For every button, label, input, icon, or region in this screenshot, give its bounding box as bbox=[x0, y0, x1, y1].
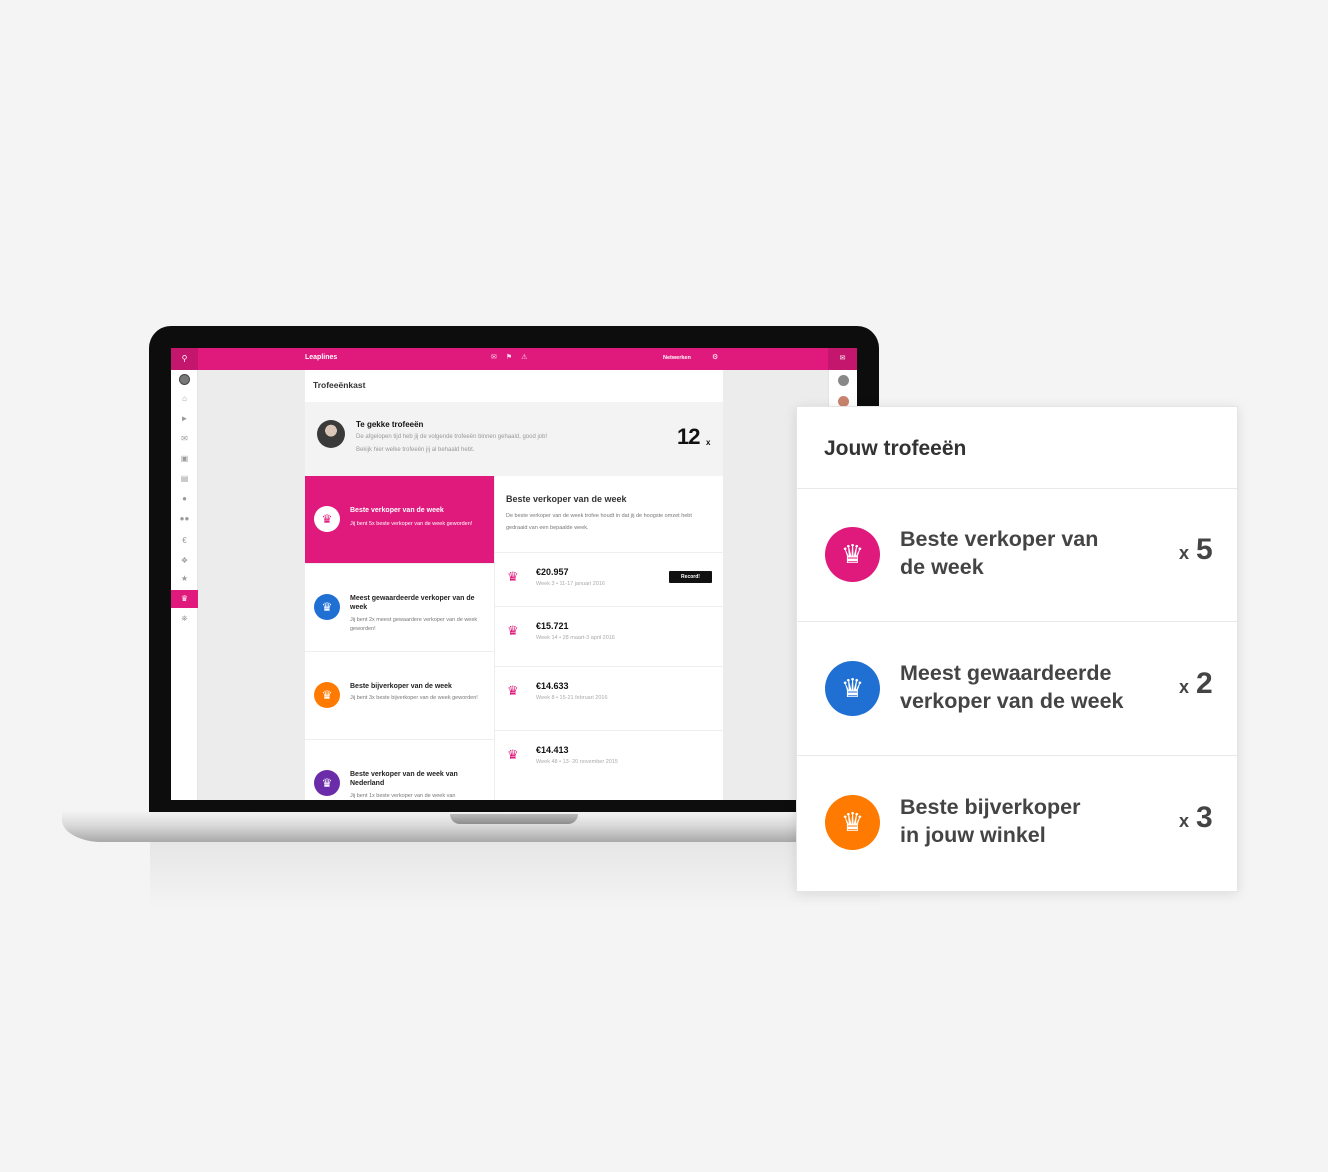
group-icon[interactable]: ●● bbox=[171, 510, 198, 528]
trophy-count: 2 bbox=[1196, 667, 1213, 700]
card-title: Jouw trofeeën bbox=[824, 437, 967, 460]
trophy-label: Beste bijverkoper in jouw winkel bbox=[900, 793, 1150, 849]
tag-icon[interactable]: ❖ bbox=[171, 552, 198, 570]
trophy-title: Beste verkoper van de week van Nederland bbox=[350, 771, 458, 787]
card-trophy-row[interactable]: ♛ Beste bijverkoper in jouw winkel x 3 bbox=[797, 757, 1237, 890]
chat-icon[interactable]: ✉ bbox=[828, 348, 857, 370]
trophy-icon: ♛ bbox=[507, 569, 519, 584]
trophy-label-line: verkoper van de week bbox=[900, 689, 1124, 713]
trophy-icon: ♛ bbox=[314, 594, 340, 620]
trophy-item[interactable]: ♛ Beste verkoper van de week van Nederla… bbox=[305, 740, 494, 800]
user-icon[interactable]: ● bbox=[171, 490, 198, 508]
trophy-icon: ♛ bbox=[507, 747, 519, 762]
amount: €15.721 bbox=[536, 621, 569, 631]
summary-text: Bekijk hier welke trofeeën jij al behaal… bbox=[356, 447, 475, 453]
notification-icons[interactable]: ✉⚑⚠ bbox=[491, 353, 536, 361]
trophy-desc: Jij bent 3x beste bijverkoper van de wee… bbox=[350, 695, 478, 701]
week-label: Week 14 • 28 maart-3 april 2016 bbox=[536, 635, 615, 641]
week-label: Week 3 • 11-17 januari 2016 bbox=[536, 581, 605, 587]
trophies-card: Jouw trofeeën ♛ Beste verkoper van de we… bbox=[796, 406, 1238, 892]
amount: €20.957 bbox=[536, 567, 569, 577]
trophy-icon[interactable]: ♛ bbox=[171, 590, 198, 608]
trophy-item[interactable]: ♛ Meest gewaardeerde verkoper van de wee… bbox=[305, 564, 494, 652]
trophy-detail: Beste verkoper van de week De beste verk… bbox=[494, 476, 724, 800]
book-icon[interactable]: ▤ bbox=[171, 470, 198, 488]
trophy-icon: ♛ bbox=[825, 527, 880, 582]
trophy-label: Beste verkoper van de week bbox=[900, 525, 1150, 581]
trophy-count: 3 bbox=[1196, 801, 1213, 834]
trophy-item[interactable]: ♛ Beste verkoper van de week Jij bent 5x… bbox=[305, 476, 494, 564]
trophy-icon: ♛ bbox=[825, 661, 880, 716]
top-bar: ⚲ Leaplines ✉⚑⚠ Netwerken ⚙ ✉ bbox=[171, 348, 857, 370]
record-row[interactable]: ♛ €15.721 Week 14 • 28 maart-3 april 201… bbox=[495, 606, 724, 664]
record-badge: Record! bbox=[669, 571, 712, 583]
avatar bbox=[317, 420, 345, 448]
trophy-icon: ♛ bbox=[507, 683, 519, 698]
trophy-label-line: Meest gewaardeerde bbox=[900, 661, 1112, 685]
home-icon[interactable]: ⌂ bbox=[171, 390, 198, 408]
trophy-icon: ♛ bbox=[507, 623, 519, 638]
multiplier-sign: x bbox=[1179, 543, 1190, 563]
trophy-label-line: Beste bijverkoper bbox=[900, 795, 1081, 819]
gear-icon[interactable]: ⚙ bbox=[712, 353, 718, 361]
trophy-item[interactable]: ♛ Beste bijverkoper van de week Jij bent… bbox=[305, 652, 494, 740]
trophy-icon: ♛ bbox=[314, 682, 340, 708]
trophy-desc: Jij bent 2x meest gewaardere verkoper va… bbox=[350, 617, 478, 632]
multiplier-sign: x bbox=[1179, 811, 1190, 831]
laptop-screen: ⚲ Leaplines ✉⚑⚠ Netwerken ⚙ ✉ ⌂ ► ✉ ▣ ▤ … bbox=[171, 348, 857, 800]
week-label: Week 48 • 13- 20 november 2015 bbox=[536, 759, 618, 765]
star-icon[interactable]: ★ bbox=[171, 570, 198, 588]
record-row[interactable]: ♛ €20.957 Week 3 • 11-17 januari 2016 Re… bbox=[495, 552, 724, 610]
document-icon[interactable]: ▣ bbox=[171, 450, 198, 468]
summary-title: Te gekke trofeeën bbox=[356, 420, 424, 429]
trophy-desc: Jij bent 5x beste verkoper van de week g… bbox=[350, 521, 473, 527]
laptop-notch bbox=[450, 814, 578, 824]
laptop-shadow bbox=[150, 840, 880, 910]
search-icon[interactable]: ⚲ bbox=[171, 348, 198, 370]
trophy-count-suffix: x bbox=[706, 438, 711, 447]
record-row[interactable]: ♛ €14.633 Week 8 • 15-21 februari 2016 bbox=[495, 666, 724, 724]
trophy-count: 12 bbox=[677, 424, 701, 449]
trophy-title: Beste bijverkoper van de week bbox=[350, 683, 452, 690]
trophy-count: 5 bbox=[1196, 533, 1213, 566]
megaphone-icon[interactable]: ► bbox=[171, 410, 198, 428]
detail-desc: De beste verkoper van de week trofee hou… bbox=[506, 513, 692, 531]
amount: €14.633 bbox=[536, 681, 569, 691]
trophy-list: ♛ Beste verkoper van de week Jij bent 5x… bbox=[305, 476, 494, 800]
page-title: Trofeeënkast bbox=[313, 380, 366, 390]
card-trophy-row[interactable]: ♛ Meest gewaardeerde verkoper van de wee… bbox=[797, 623, 1237, 756]
summary-text: De afgelopen tijd heb jij de volgende tr… bbox=[356, 434, 548, 440]
trophy-title: Meest gewaardeerde verkoper van de week bbox=[350, 595, 475, 611]
card-trophy-row[interactable]: ♛ Beste verkoper van de week x 5 bbox=[797, 489, 1237, 622]
brand-name[interactable]: Leaplines bbox=[305, 354, 337, 361]
multiplier-sign: x bbox=[1179, 677, 1190, 697]
mail-icon[interactable]: ✉ bbox=[171, 430, 198, 448]
trophy-label-line: Beste verkoper van bbox=[900, 527, 1099, 551]
summary-card: Te gekke trofeeën De afgelopen tijd heb … bbox=[305, 402, 723, 476]
avatar[interactable] bbox=[179, 374, 190, 385]
trophy-icon: ♛ bbox=[825, 795, 880, 850]
trophy-label: Meest gewaardeerde verkoper van de week bbox=[900, 659, 1170, 715]
trophy-panel: Trofeeënkast Te gekke trofeeën De afgelo… bbox=[305, 370, 724, 800]
trophy-icon: ♛ bbox=[314, 506, 340, 532]
euro-icon[interactable]: € bbox=[171, 532, 198, 550]
record-row[interactable]: ♛ €14.413 Week 48 • 13- 20 november 2015 bbox=[495, 730, 724, 788]
week-label: Week 8 • 15-21 februari 2016 bbox=[536, 695, 608, 701]
amount: €14.413 bbox=[536, 745, 569, 755]
network-link[interactable]: Netwerken bbox=[663, 355, 691, 361]
trophy-label-line: in jouw winkel bbox=[900, 823, 1046, 847]
bank-icon[interactable]: ⛯ bbox=[171, 610, 198, 628]
card-header: Jouw trofeeën bbox=[797, 407, 1237, 489]
avatar[interactable] bbox=[838, 375, 849, 386]
trophy-title: Beste verkoper van de week bbox=[350, 507, 444, 514]
detail-title: Beste verkoper van de week bbox=[506, 494, 627, 504]
left-sidebar: ⌂ ► ✉ ▣ ▤ ● ●● € ❖ ★ ♛ ⛯ bbox=[171, 370, 198, 800]
trophy-label-line: de week bbox=[900, 555, 984, 579]
trophy-desc: Jij bent 1x beste verkoper van de week v… bbox=[350, 793, 456, 799]
trophy-icon: ♛ bbox=[314, 770, 340, 796]
